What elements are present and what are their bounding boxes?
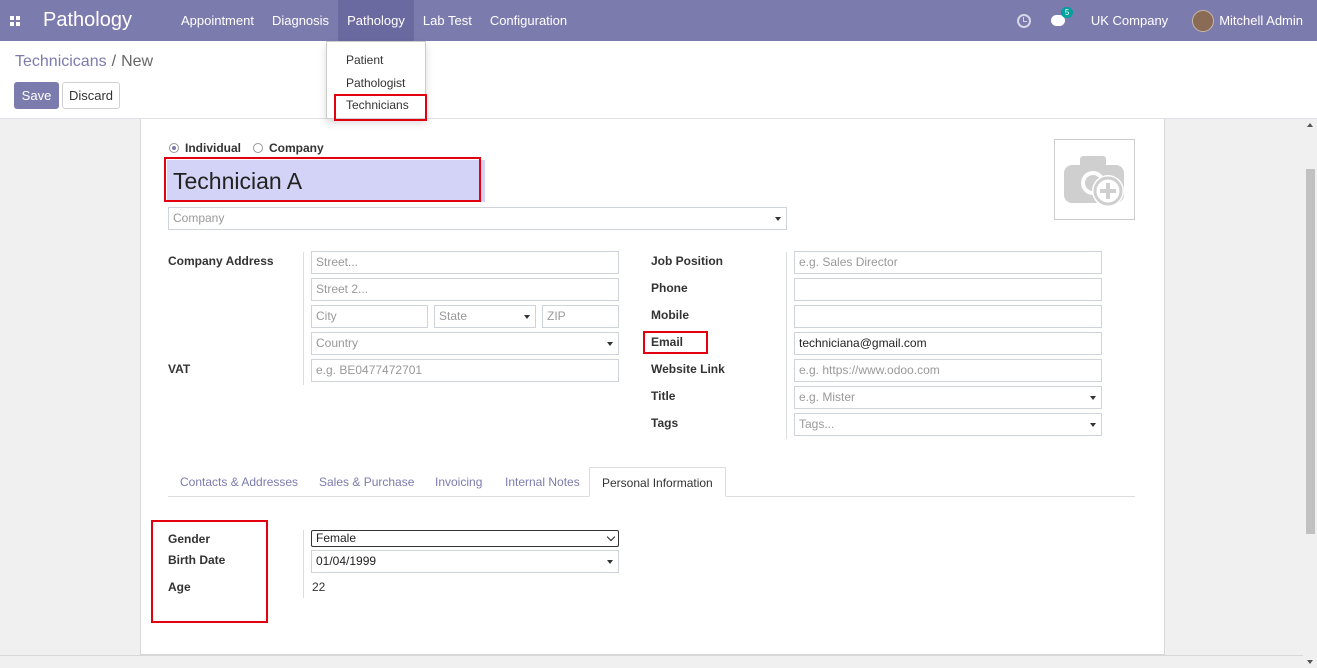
highlight-name	[164, 157, 481, 202]
divider	[303, 530, 304, 598]
job-position-label: Job Position	[651, 254, 723, 268]
street2-placeholder: Street 2...	[316, 282, 369, 296]
breadcrumb: Technicicans / New	[15, 53, 153, 71]
title-label: Title	[651, 389, 676, 403]
country-select[interactable]: Country	[311, 332, 619, 355]
scrollbar-thumb[interactable]	[1306, 169, 1315, 534]
birth-date-value: 01/04/1999	[316, 554, 377, 568]
dropdown-item-patient[interactable]: Patient	[346, 53, 383, 67]
gender-value: Female	[316, 531, 357, 545]
birth-date-input[interactable]: 01/04/1999	[311, 550, 619, 573]
website-label: Website Link	[651, 362, 725, 376]
company-select[interactable]: Company	[168, 207, 787, 230]
phone-input[interactable]	[794, 278, 1102, 301]
tab-internal-notes[interactable]: Internal Notes	[493, 467, 592, 497]
radio-label-individual: Individual	[185, 141, 242, 155]
discard-button[interactable]: Discard	[62, 82, 120, 109]
vat-input[interactable]: e.g. BE0477472701	[311, 359, 619, 382]
apps-menu-icon[interactable]	[0, 0, 30, 41]
company-placeholder: Company	[173, 211, 225, 225]
website-placeholder: e.g. https://www.odoo.com	[799, 363, 940, 377]
type-company-radio[interactable]: Company	[253, 141, 324, 155]
phone-label: Phone	[651, 281, 688, 295]
tab-contacts-addresses[interactable]: Contacts & Addresses	[168, 467, 310, 497]
highlight-technicians	[334, 94, 427, 121]
tab-sales-purchase[interactable]: Sales & Purchase	[307, 467, 426, 497]
breadcrumb-parent[interactable]: Technicicans	[15, 53, 107, 70]
title-placeholder: e.g. Mister	[799, 390, 856, 404]
mobile-input[interactable]	[794, 305, 1102, 328]
top-navbar: Pathology Appointment Diagnosis Patholog…	[0, 0, 1317, 41]
city-placeholder: City	[316, 309, 337, 323]
mobile-label: Mobile	[651, 308, 689, 322]
control-panel: Technicicans / New Save Discard	[0, 41, 1317, 119]
divider	[0, 655, 1317, 656]
user-menu[interactable]: Mitchell Admin	[1219, 13, 1303, 28]
scroll-down-arrow-icon[interactable]	[1307, 660, 1313, 664]
email-input[interactable]: techniciana@gmail.com	[794, 332, 1102, 355]
city-input[interactable]: City	[311, 305, 428, 328]
dropdown-item-pathologist[interactable]: Pathologist	[346, 76, 405, 90]
state-placeholder: State	[439, 309, 468, 323]
menu-pathology[interactable]: Pathology	[338, 0, 414, 41]
radio-label-company: Company	[269, 141, 324, 155]
radio-checked-icon	[169, 143, 179, 153]
menu-lab-test[interactable]: Lab Test	[414, 0, 481, 41]
messages-button[interactable]: 5	[1050, 7, 1074, 26]
camera-add-icon	[1064, 156, 1124, 207]
save-button[interactable]: Save	[14, 82, 59, 109]
tab-invoicing[interactable]: Invoicing	[423, 467, 494, 497]
vat-placeholder: e.g. BE0477472701	[316, 363, 423, 377]
notebook-tabs: Contacts & Addresses Sales & Purchase In…	[168, 467, 1135, 497]
zip-input[interactable]: ZIP	[542, 305, 619, 328]
type-individual-radio[interactable]: Individual	[169, 141, 241, 155]
title-select[interactable]: e.g. Mister	[794, 386, 1102, 409]
dropdown-caret-icon	[524, 315, 530, 319]
email-value: techniciana@gmail.com	[799, 336, 927, 350]
activity-clock-icon[interactable]	[1016, 13, 1031, 28]
state-select[interactable]: State	[434, 305, 536, 328]
age-value: 22	[312, 580, 326, 594]
page-scrollbar[interactable]	[1303, 119, 1317, 668]
company-address-label: Company Address	[168, 254, 274, 268]
radio-unchecked-icon	[253, 143, 263, 153]
menu-appointment[interactable]: Appointment	[172, 0, 263, 41]
job-position-placeholder: e.g. Sales Director	[799, 255, 898, 269]
avatar-upload[interactable]	[1054, 139, 1135, 220]
divider	[786, 252, 787, 439]
dropdown-caret-icon	[607, 342, 613, 346]
menu-configuration[interactable]: Configuration	[481, 0, 576, 41]
chevron-down-icon	[606, 532, 616, 542]
zip-placeholder: ZIP	[547, 309, 566, 323]
tags-label: Tags	[651, 416, 679, 430]
company-switcher[interactable]: UK Company	[1091, 13, 1168, 28]
dropdown-caret-icon	[775, 217, 781, 221]
tags-placeholder: Tags...	[799, 417, 835, 431]
breadcrumb-current: New	[121, 53, 154, 70]
website-input[interactable]: e.g. https://www.odoo.com	[794, 359, 1102, 382]
job-position-input[interactable]: e.g. Sales Director	[794, 251, 1102, 274]
scroll-up-arrow-icon[interactable]	[1307, 123, 1313, 127]
tab-personal-information[interactable]: Personal Information	[589, 467, 726, 497]
dropdown-caret-icon	[607, 560, 613, 564]
vat-label: VAT	[168, 362, 191, 376]
gender-select[interactable]: Female	[311, 530, 619, 547]
dropdown-caret-icon	[1090, 423, 1096, 427]
highlight-email	[643, 331, 708, 354]
app-brand[interactable]: Pathology	[43, 9, 132, 32]
divider	[303, 252, 304, 385]
street-placeholder: Street...	[316, 255, 359, 269]
country-placeholder: Country	[316, 336, 359, 350]
breadcrumb-separator: /	[111, 53, 117, 70]
street-input[interactable]: Street...	[311, 251, 619, 274]
user-avatar[interactable]	[1192, 9, 1215, 32]
street2-input[interactable]: Street 2...	[311, 278, 619, 301]
dropdown-caret-icon	[1090, 396, 1096, 400]
menu-diagnosis[interactable]: Diagnosis	[263, 0, 338, 41]
tags-input[interactable]: Tags...	[794, 413, 1102, 436]
highlight-personal-info	[151, 520, 268, 623]
chat-count-badge: 5	[1060, 7, 1074, 18]
